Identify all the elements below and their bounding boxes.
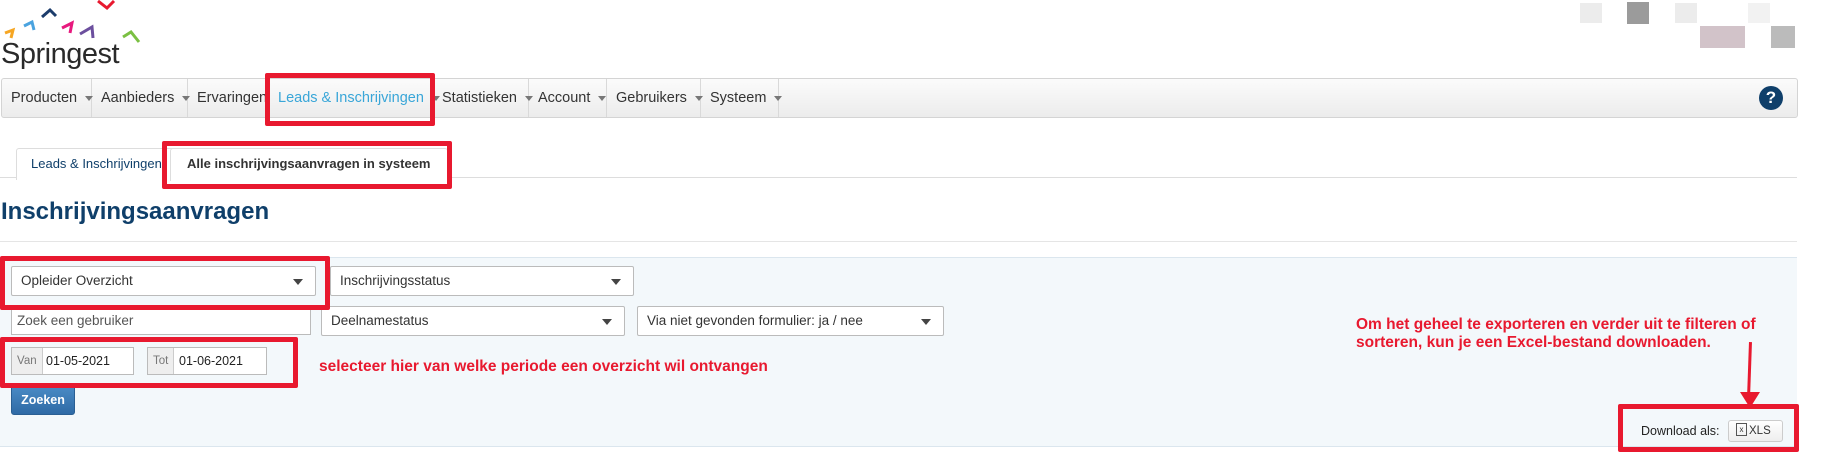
highlight-view-select xyxy=(0,256,330,310)
highlight-nav-leads xyxy=(265,73,435,126)
nav-label: Account xyxy=(538,90,591,106)
annotation-export-line2: sorteren, kun je een Excel-bestand downl… xyxy=(1356,334,1711,351)
chevron-down-icon xyxy=(611,279,621,285)
page-title: Inschrijvingsaanvragen xyxy=(1,198,270,225)
toolbar-placeholder xyxy=(1580,3,1602,23)
form-select[interactable]: Via niet gevonden formulier: ja / nee xyxy=(637,306,944,336)
toolbar-placeholder xyxy=(1675,3,1697,23)
select-value: Via niet gevonden formulier: ja / nee xyxy=(647,313,863,328)
status-select[interactable]: Inschrijvingsstatus xyxy=(330,266,634,296)
nav-item-gebruikers[interactable]: Gebruikers xyxy=(607,79,703,117)
nav-item-systeem[interactable]: Systeem xyxy=(701,79,783,117)
nav-item-account[interactable]: Account xyxy=(529,79,607,117)
highlight-download xyxy=(1618,404,1799,452)
toolbar-placeholder xyxy=(1748,3,1770,23)
caret-down-icon xyxy=(774,95,783,101)
nav-label: Statistieken xyxy=(442,90,517,106)
highlight-tab-alle xyxy=(162,141,452,189)
toolbar-placeholder xyxy=(1771,26,1795,48)
highlight-date-range xyxy=(0,337,298,388)
nav-item-aanbieders[interactable]: Aanbieders xyxy=(92,79,191,117)
tab-leads-inschrijvingen[interactable]: Leads & Inschrijvingen xyxy=(16,148,177,180)
title-divider xyxy=(0,241,1797,242)
annotation-period-note: selecteer hier van welke periode een ove… xyxy=(319,358,768,375)
toolbar-placeholder xyxy=(1627,2,1649,24)
chevron-down-icon xyxy=(602,319,612,325)
search-button[interactable]: Zoeken xyxy=(11,385,75,415)
caret-down-icon xyxy=(598,95,607,101)
nav-label: Producten xyxy=(11,90,78,106)
arrow-down-icon xyxy=(1740,392,1760,408)
nav-item-producten[interactable]: Producten xyxy=(2,79,94,117)
nav-label: Gebruikers xyxy=(616,90,687,106)
nav-item-ervaringen[interactable]: Ervaringen xyxy=(188,79,269,117)
springest-logo[interactable]: Springest xyxy=(0,0,150,76)
participation-select[interactable]: Deelnamestatus xyxy=(321,306,625,336)
question-circle-icon[interactable]: ? xyxy=(1759,86,1783,110)
chevron-down-icon xyxy=(921,319,931,325)
user-search-input[interactable]: Zoek een gebruiker xyxy=(11,307,311,335)
nav-label: Systeem xyxy=(710,90,767,106)
nav-label: Aanbieders xyxy=(101,90,175,106)
brand-name: Springest xyxy=(1,38,120,70)
annotation-export-line1: Om het geheel te exporteren en verder ui… xyxy=(1356,316,1756,333)
nav-label: Ervaringen xyxy=(197,90,268,106)
select-value: Inschrijvingsstatus xyxy=(340,273,451,288)
nav-item-statistieken[interactable]: Statistieken xyxy=(433,79,533,117)
toolbar-placeholder xyxy=(1700,26,1745,48)
select-value: Deelnamestatus xyxy=(331,313,429,328)
